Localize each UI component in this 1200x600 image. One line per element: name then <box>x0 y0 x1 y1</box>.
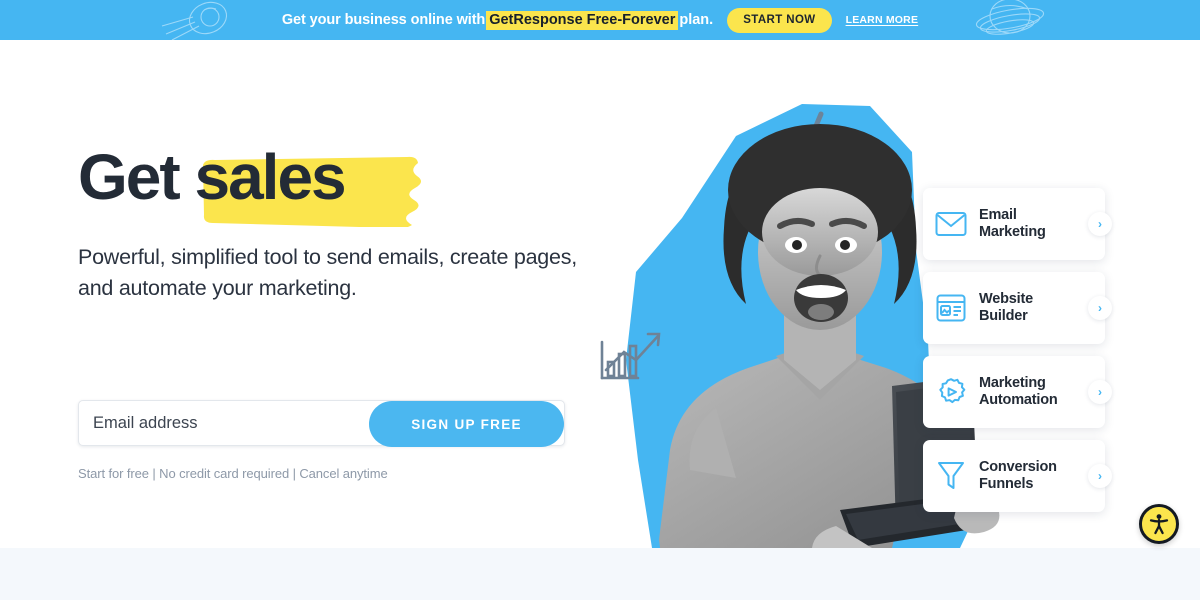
accessibility-button[interactable] <box>1139 504 1179 544</box>
chevron-right-icon[interactable]: › <box>1088 212 1112 236</box>
promo-text-before: Get your business online with <box>281 12 486 28</box>
promo-banner: Get your business online with GetRespons… <box>0 0 1200 40</box>
feature-card-label: Marketing Automation <box>979 374 1058 408</box>
planet-icon <box>975 0 1045 35</box>
page-bottom-section <box>0 548 1200 600</box>
hero-section: Get sales Powerful, simplified tool to s… <box>0 40 1200 548</box>
headline-word-1: Get <box>78 141 181 213</box>
page-title: Get sales <box>78 145 598 227</box>
feature-card-email-marketing[interactable]: Email Marketing › <box>923 188 1112 260</box>
chevron-right-icon[interactable]: › <box>1088 380 1112 404</box>
landing-page: Get your business online with GetRespons… <box>0 0 1200 600</box>
feature-card-label: Website Builder <box>979 290 1033 324</box>
signup-form: SIGN UP FREE <box>78 400 565 447</box>
promo-highlight: GetResponse Free-Forever <box>486 10 679 30</box>
promo-content: Get your business online with GetRespons… <box>281 7 919 33</box>
accessibility-person-icon <box>1149 514 1169 535</box>
learn-more-link[interactable]: LEARN MORE <box>846 14 919 26</box>
promo-text-after: plan. <box>679 12 714 28</box>
feature-card-label: Email Marketing <box>979 206 1046 240</box>
feature-card-list: Email Marketing › Website Builder › Mark… <box>923 188 1112 524</box>
hero-copy: Get sales Powerful, simplified tool to s… <box>78 145 598 303</box>
comet-icon <box>161 1 228 40</box>
gear-play-icon <box>923 376 979 408</box>
headline-word-2: sales <box>194 141 346 213</box>
browser-layout-icon <box>923 294 979 322</box>
envelope-icon <box>923 211 979 237</box>
feature-card-label: Conversion Funnels <box>979 458 1057 492</box>
feature-card-website-builder[interactable]: Website Builder › <box>923 272 1112 344</box>
feature-card-conversion-funnels[interactable]: Conversion Funnels › <box>923 440 1112 512</box>
start-now-button[interactable]: START NOW <box>727 7 832 33</box>
hero-subheading: Powerful, simplified tool to send emails… <box>78 245 577 300</box>
funnel-icon <box>923 461 979 491</box>
sign-up-free-button[interactable]: SIGN UP FREE <box>369 401 564 447</box>
signup-fineprint: Start for free | No credit card required… <box>78 466 388 481</box>
feature-card-marketing-automation[interactable]: Marketing Automation › <box>923 356 1112 428</box>
chevron-right-icon[interactable]: › <box>1088 296 1112 320</box>
chevron-right-icon[interactable]: › <box>1088 464 1112 488</box>
